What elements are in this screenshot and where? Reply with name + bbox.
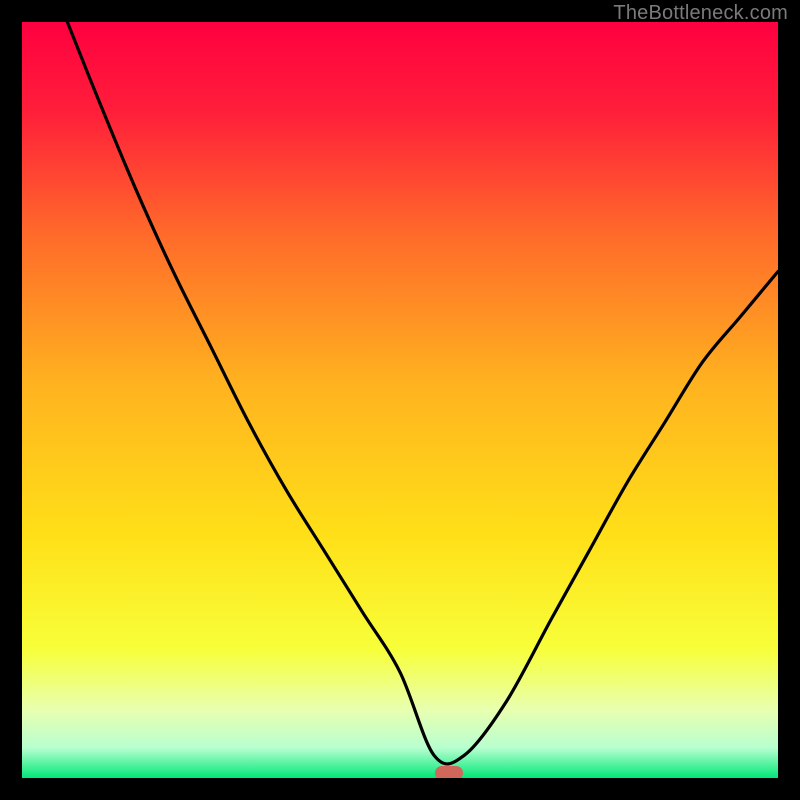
gradient-background	[22, 22, 778, 778]
chart-frame: TheBottleneck.com	[0, 0, 800, 800]
chart-plot-area	[22, 22, 778, 778]
watermark-text: TheBottleneck.com	[613, 2, 788, 25]
optimal-point-marker	[435, 766, 463, 778]
chart-svg	[22, 22, 778, 778]
